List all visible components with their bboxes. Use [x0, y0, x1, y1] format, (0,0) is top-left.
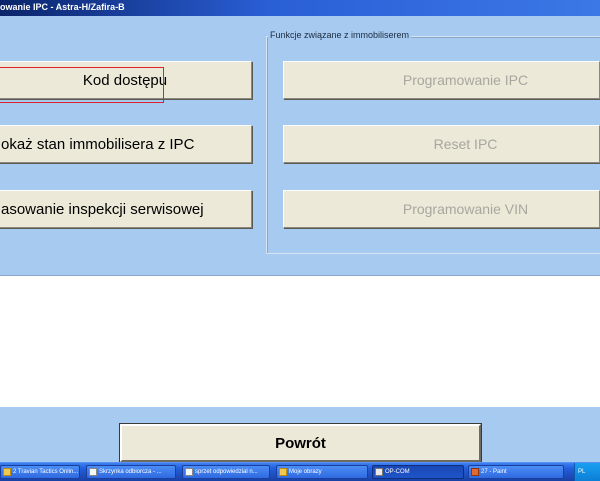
back-button-label: Powrót [275, 434, 326, 452]
app-icon [375, 468, 383, 476]
taskbar-item-label: 2 Travian Tactics Onlin... [13, 469, 79, 475]
taskbar-item-label: sprzet odpowiedzial n... [195, 469, 258, 475]
immobiliser-group-legend: Funkcje związane z immobiliserem [268, 30, 412, 40]
output-area [0, 275, 600, 408]
back-button[interactable]: Powrót [119, 423, 482, 463]
folder-icon [279, 468, 287, 476]
paint-icon [471, 468, 479, 476]
reset-ipc-label: Reset IPC [433, 136, 498, 152]
browser-icon [3, 468, 11, 476]
taskbar-item-label: 27 - Paint [481, 469, 507, 475]
taskbar-item-label: OP-COM [385, 469, 410, 475]
taskbar-item-travian[interactable]: 2 Travian Tactics Onlin... [0, 465, 80, 479]
program-ipc-label: Programowanie IPC [402, 72, 529, 88]
taskbar-item-paint[interactable]: 27 - Paint [468, 465, 564, 479]
taskbar-item-my-pictures[interactable]: Moje obrazy [276, 465, 368, 479]
taskbar-item-inbox[interactable]: Skrzynka odbiorcza - ... [86, 465, 176, 479]
taskbar-item-document[interactable]: sprzet odpowiedzial n... [182, 465, 270, 479]
taskbar: 2 Travian Tactics Onlin... Skrzynka odbi… [0, 462, 600, 481]
system-tray[interactable]: PL [574, 463, 600, 481]
document-icon [185, 468, 193, 476]
language-indicator: PL [578, 469, 586, 475]
show-immobiliser-status-button[interactable]: okaż stan immobilisera z IPC [0, 125, 252, 163]
reset-service-inspection-button[interactable]: asowanie inspekcji serwisowej [0, 190, 252, 228]
show-immobiliser-status-label: okaż stan immobilisera z IPC [1, 135, 195, 153]
taskbar-item-label: Moje obrazy [289, 469, 322, 475]
mail-icon [89, 468, 97, 476]
title-bar[interactable]: owanie IPC - Astra-H/Zafira-B [0, 0, 600, 16]
access-code-label: Kod dostępu [82, 71, 168, 89]
window-title: owanie IPC - Astra-H/Zafira-B [0, 2, 125, 12]
access-code-button[interactable]: Kod dostępu [0, 61, 252, 99]
reset-ipc-button[interactable]: Reset IPC [283, 125, 600, 163]
program-vin-label: Programowanie VIN [402, 201, 529, 217]
taskbar-item-opcom[interactable]: OP-COM [372, 465, 464, 479]
reset-service-inspection-label: asowanie inspekcji serwisowej [1, 200, 204, 218]
taskbar-item-label: Skrzynka odbiorcza - ... [99, 469, 162, 475]
program-ipc-button[interactable]: Programowanie IPC [283, 61, 600, 99]
program-vin-button[interactable]: Programowanie VIN [283, 190, 600, 228]
